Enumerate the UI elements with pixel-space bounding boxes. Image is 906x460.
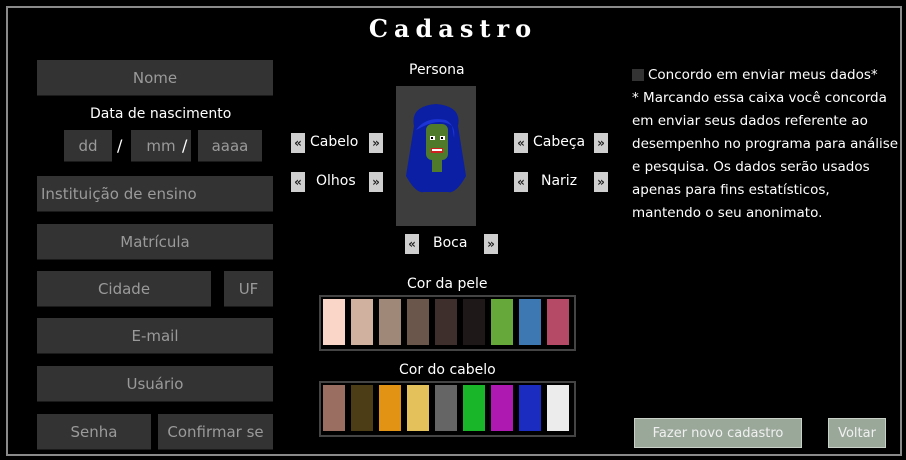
nariz-prev-button[interactable]: « — [514, 172, 528, 192]
hair-color-swatch[interactable] — [547, 385, 569, 431]
consent-description: * Marcando essa caixa você concorda em e… — [632, 90, 899, 221]
hair-color-swatch[interactable] — [407, 385, 429, 431]
page-title: Cadastro — [368, 14, 538, 43]
confirmar-senha-field[interactable]: Confirmar se — [158, 414, 273, 450]
instituicao-field[interactable]: Instituição de ensino — [37, 176, 273, 212]
boca-prev-button[interactable]: « — [405, 234, 419, 254]
skin-color-label: Cor da pele — [407, 276, 488, 292]
cabelo-next-button[interactable]: » — [369, 133, 383, 153]
nariz-next-button[interactable]: » — [594, 172, 608, 192]
day-field[interactable]: dd — [64, 130, 112, 162]
cabeca-label: Cabeça — [533, 134, 586, 150]
hair-color-swatch[interactable] — [435, 385, 457, 431]
back-button[interactable]: Voltar — [828, 418, 886, 448]
olhos-label: Olhos — [316, 173, 356, 189]
hair-color-swatch[interactable] — [351, 385, 373, 431]
skin-color-swatch[interactable] — [519, 299, 541, 345]
hair-color-swatch[interactable] — [519, 385, 541, 431]
persona-label: Persona — [409, 62, 465, 78]
hair-color-swatch[interactable] — [491, 385, 513, 431]
senha-field[interactable]: Senha — [37, 414, 151, 450]
hair-color-label: Cor do cabelo — [399, 362, 496, 378]
cabelo-prev-button[interactable]: « — [291, 133, 305, 153]
nariz-label: Nariz — [541, 173, 578, 189]
olhos-next-button[interactable]: » — [369, 172, 383, 192]
date-separator: / — [182, 136, 188, 155]
data-nascimento-label: Data de nascimento — [90, 106, 232, 122]
cabeca-next-button[interactable]: » — [594, 133, 608, 153]
date-separator: / — [117, 136, 123, 155]
nome-field[interactable]: Nome — [37, 60, 273, 96]
hair-color-swatch[interactable] — [323, 385, 345, 431]
cidade-field[interactable]: Cidade — [37, 271, 211, 307]
persona-avatar-illustration — [396, 86, 476, 226]
cabelo-label: Cabelo — [310, 134, 359, 150]
uf-field[interactable]: UF — [224, 271, 273, 307]
skin-color-swatch[interactable] — [351, 299, 373, 345]
skin-color-swatch[interactable] — [379, 299, 401, 345]
olhos-prev-button[interactable]: « — [291, 172, 305, 192]
consent-checkbox-row[interactable]: Concordo em enviar meus dados* — [632, 64, 902, 87]
skin-color-swatch[interactable] — [435, 299, 457, 345]
matricula-field[interactable]: Matrícula — [37, 224, 273, 260]
skin-color-swatch[interactable] — [491, 299, 513, 345]
hair-color-swatch[interactable] — [463, 385, 485, 431]
consent-checkbox-label: Concordo em enviar meus dados* — [648, 67, 878, 83]
skin-color-swatch[interactable] — [407, 299, 429, 345]
boca-next-button[interactable]: » — [484, 234, 498, 254]
new-registration-button[interactable]: Fazer novo cadastro — [634, 418, 802, 448]
hair-color-swatch[interactable] — [379, 385, 401, 431]
boca-label: Boca — [433, 235, 468, 251]
cabeca-prev-button[interactable]: « — [514, 133, 528, 153]
year-field[interactable]: aaaa — [198, 130, 262, 162]
usuario-field[interactable]: Usuário — [37, 366, 273, 402]
email-field[interactable]: E-mail — [37, 318, 273, 354]
skin-color-swatch[interactable] — [323, 299, 345, 345]
consent-section: Concordo em enviar meus dados* * Marcand… — [632, 64, 902, 225]
skin-color-swatch[interactable] — [547, 299, 569, 345]
persona-avatar — [396, 86, 476, 226]
skin-color-swatch[interactable] — [463, 299, 485, 345]
consent-checkbox[interactable] — [632, 69, 644, 81]
